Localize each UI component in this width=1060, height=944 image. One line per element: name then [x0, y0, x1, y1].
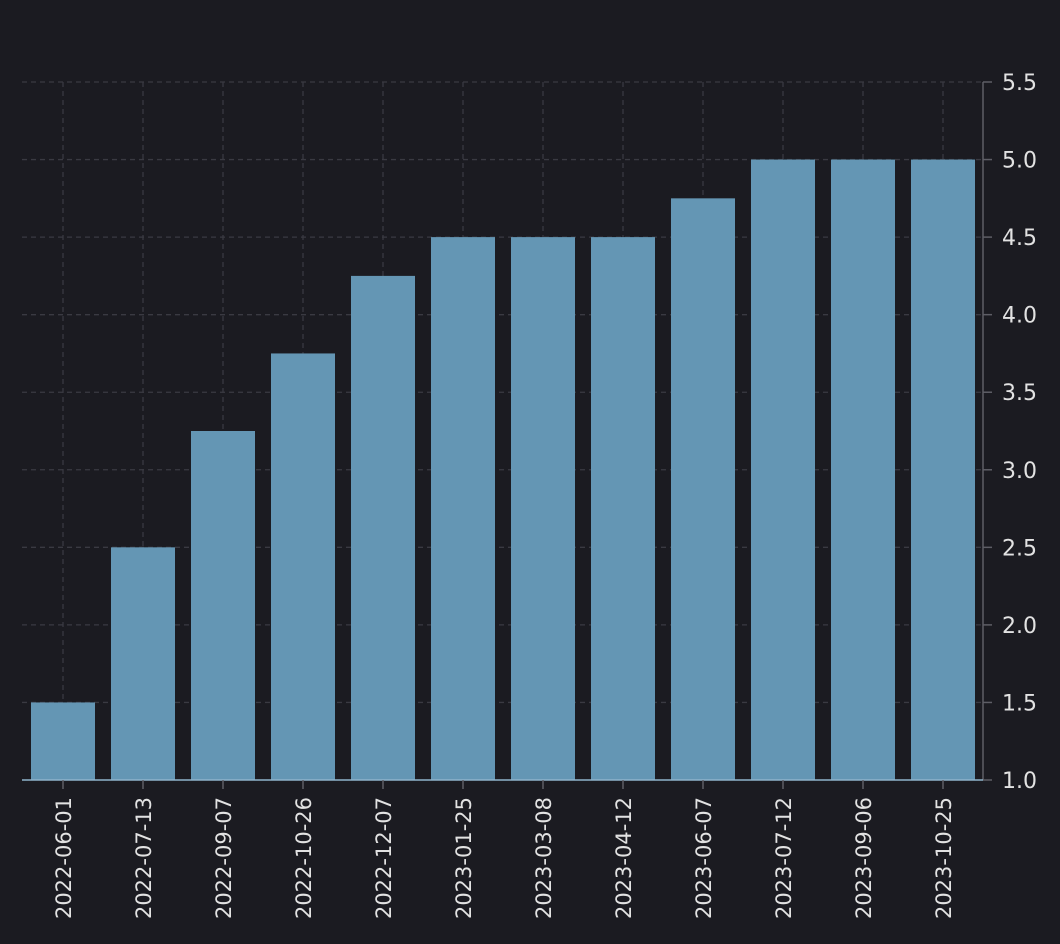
y-tick-label: 5.0 — [1002, 149, 1037, 174]
y-tick-label: 4.5 — [1002, 226, 1037, 251]
x-tick-label: 2022-07-13 — [132, 797, 156, 919]
y-tick-label: 1.0 — [1002, 769, 1037, 794]
x-tick-label: 2023-01-25 — [452, 797, 476, 919]
bar-2023-09-06 — [831, 159, 895, 781]
y-tick-label: 1.5 — [1002, 691, 1037, 716]
y-tick-label: 3.5 — [1002, 381, 1037, 406]
x-tick-label: 2023-07-12 — [772, 797, 796, 919]
bar-2022-07-13 — [111, 547, 175, 780]
x-tick-label: 2023-06-07 — [692, 797, 716, 919]
bar-2023-04-12 — [591, 237, 655, 781]
x-tick-label: 2023-10-25 — [932, 797, 956, 919]
bar-2022-12-07 — [351, 275, 415, 780]
x-tick-labels: 2022-06-01 2022-07-13 2022-09-07 2022-10-26… — [52, 797, 956, 919]
x-tick-label: 2023-03-08 — [532, 797, 556, 919]
y-tick-label: 3.0 — [1002, 459, 1037, 484]
x-tick-label: 2023-09-06 — [852, 797, 876, 919]
chart-container: 1.0 1.5 2.0 2.5 3.0 3.5 4.0 4.5 5.0 5.5 2022-06-0… — [0, 0, 1060, 940]
bar-2023-06-07 — [671, 198, 735, 781]
x-tick-label: 2022-12-07 — [372, 797, 396, 919]
bar-chart: 1.0 1.5 2.0 2.5 3.0 3.5 4.0 4.5 5.0 5.5 2022-06-0… — [22, 71, 1037, 919]
bar-2022-06-01 — [31, 702, 95, 780]
y-tick-label: 5.5 — [1002, 71, 1037, 96]
y-tick-label: 2.5 — [1002, 536, 1037, 561]
bar-2023-07-12 — [751, 159, 815, 781]
bar-2022-09-07 — [191, 431, 255, 780]
x-tick-label: 2022-09-07 — [212, 797, 236, 919]
y-tick-label: 4.0 — [1002, 304, 1037, 329]
y-tick-label: 2.0 — [1002, 614, 1037, 639]
bar-2023-03-08 — [511, 237, 575, 781]
y-tick-labels: 1.0 1.5 2.0 2.5 3.0 3.5 4.0 4.5 5.0 5.5 — [1002, 71, 1037, 794]
bar-2023-01-25 — [431, 237, 495, 781]
x-tick-label: 2023-04-12 — [612, 797, 636, 919]
x-tick-label: 2022-10-26 — [292, 797, 316, 919]
bar-2022-10-26 — [271, 353, 335, 780]
bar-2023-10-25 — [911, 159, 975, 781]
x-tick-label: 2022-06-01 — [52, 797, 76, 919]
